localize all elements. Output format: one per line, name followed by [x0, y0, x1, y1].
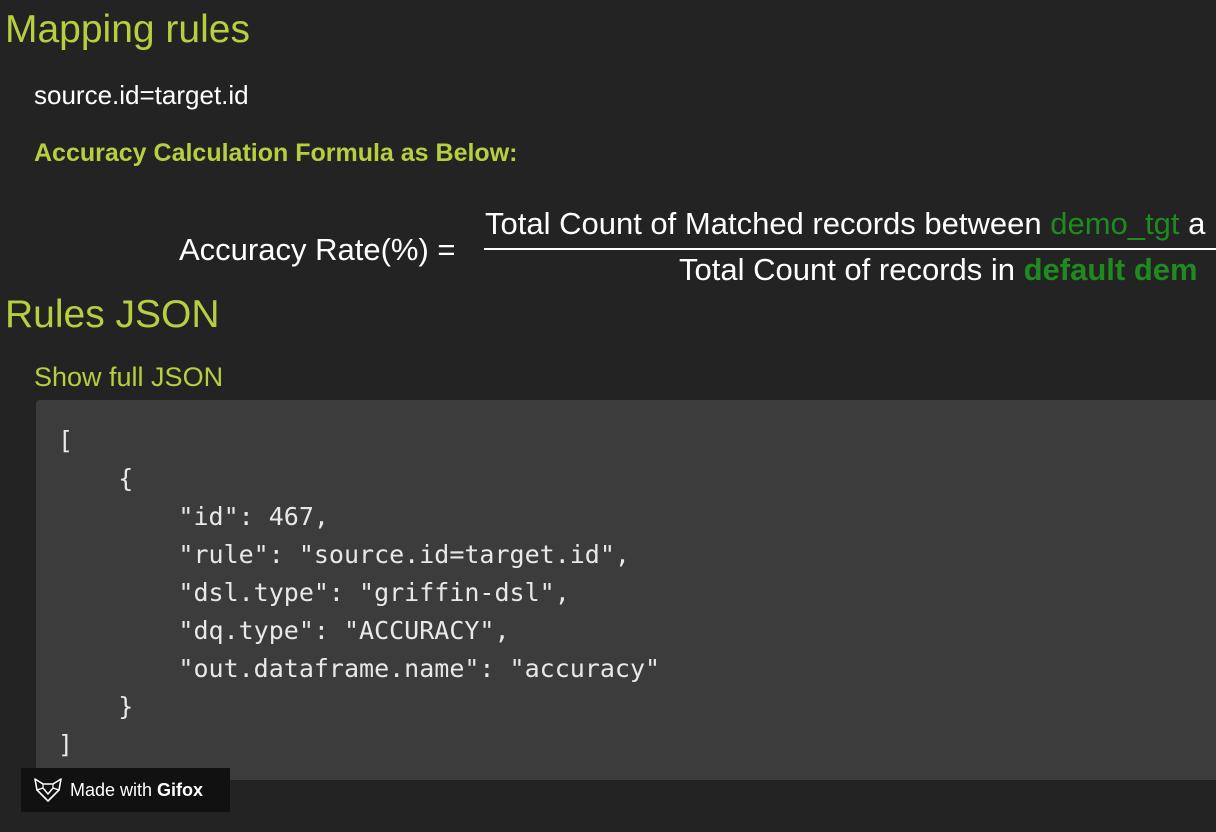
json-line: ]: [58, 730, 74, 759]
numerator-prefix: Total Count of Matched records between: [485, 206, 1051, 241]
rules-json-code-block: [ { "id": 467, "rule": "source.id=target…: [36, 400, 1216, 780]
gifox-brand: Gifox: [157, 779, 204, 800]
json-line: "rule": "source.id=target.id",: [58, 540, 630, 569]
json-line: {: [58, 464, 134, 493]
mapping-rules-heading: Mapping rules: [5, 8, 250, 51]
json-line: "dq.type": "ACCURACY",: [58, 616, 510, 645]
json-line: "id": 467,: [58, 502, 329, 531]
json-line: "dsl.type": "griffin-dsl",: [58, 578, 570, 607]
accuracy-rate-label: Accuracy Rate(%) =: [179, 232, 456, 267]
fraction-line: [484, 248, 1216, 250]
numerator-suffix: a: [1179, 206, 1206, 241]
fox-icon: [34, 778, 62, 802]
denominator-db-name: default: [1023, 252, 1126, 287]
show-full-json-link[interactable]: Show full JSON: [34, 364, 223, 391]
page: Mapping rules source.id=target.id Accura…: [0, 0, 1216, 832]
gifox-text: Made with Gifox: [70, 780, 203, 801]
json-line: "out.dataframe.name": "accuracy": [58, 654, 661, 683]
formula-numerator: Total Count of Matched records between d…: [485, 208, 1205, 239]
formula-label: Accuracy Calculation Formula as Below:: [34, 139, 518, 167]
mapping-rule-text: source.id=target.id: [34, 80, 249, 110]
gifox-watermark: Made with Gifox: [21, 768, 230, 812]
denominator-prefix: Total Count of records in: [679, 252, 1024, 287]
denominator-table-name: dem: [1133, 252, 1198, 287]
json-line: }: [58, 692, 134, 721]
numerator-table-name: demo_tgt: [1050, 206, 1180, 241]
formula-denominator: Total Count of records in default dem: [679, 254, 1198, 285]
gifox-prefix: Made with: [70, 779, 158, 800]
rules-json-heading: Rules JSON: [5, 293, 220, 336]
json-line: [: [58, 426, 74, 455]
